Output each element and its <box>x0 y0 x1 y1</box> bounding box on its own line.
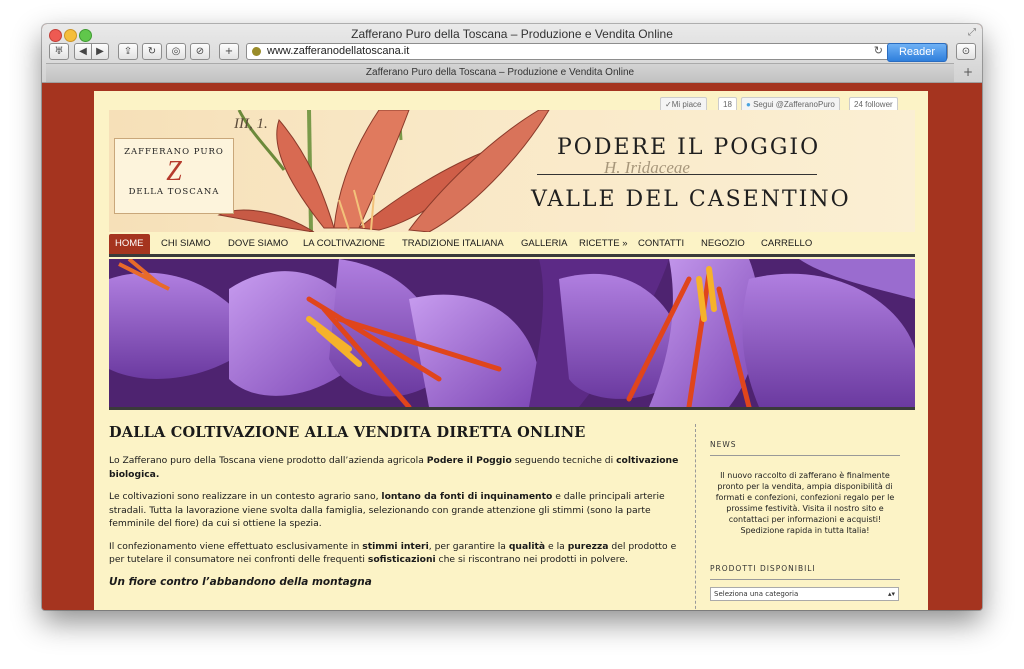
category-select-value: Seleziona una categoria <box>714 590 799 598</box>
nav-item-la-coltivazione[interactable]: LA COLTIVAZIONE <box>303 234 385 254</box>
sidebar: NEWS Il nuovo raccolto di zafferano è fi… <box>710 440 900 601</box>
article-subheading: Un fiore contro l’abbandono della montag… <box>109 575 372 588</box>
twitter-bird-icon: ● <box>746 100 751 109</box>
category-select[interactable]: Seleziona una categoria ▴▾ <box>710 587 899 601</box>
banner-script-text: III, 1. <box>234 116 268 132</box>
title-bar: Zafferano Puro della Toscana – Produzion… <box>42 24 982 83</box>
banner-divider <box>537 174 817 175</box>
saffron-flowers-illustration <box>109 259 915 407</box>
reload-icon[interactable]: ↻ <box>874 44 883 59</box>
banner-title-valle: VALLE DEL CASENTINO <box>531 187 851 212</box>
site-page: ✓Mi piace 18 ● Segui @ZafferanoPuro 24 f… <box>94 91 928 610</box>
logo-z-mark-icon: Z <box>166 156 182 187</box>
article-title: DALLA COLTIVAZIONE ALLA VENDITA DIRETTA … <box>109 424 586 441</box>
bookmarks-button[interactable]: ⊘ <box>190 43 210 60</box>
new-tab-button[interactable]: + <box>958 63 978 81</box>
news-heading: NEWS <box>710 440 900 456</box>
reload-button[interactable]: ↻ <box>142 43 162 60</box>
back-button[interactable]: ◀ <box>74 43 92 60</box>
paragraph-2: Le coltivazioni sono realizzare in un co… <box>109 491 665 529</box>
site-header-banner: III, 1. ZAFFERANO PURO Z DELLA TOSCANA P… <box>109 110 915 232</box>
podere-link: Podere il Poggio <box>426 455 512 466</box>
nav-item-ricette[interactable]: RICETTE » <box>579 234 628 254</box>
browser-window: Zafferano Puro della Toscana – Produzion… <box>42 24 982 610</box>
nav-item-home[interactable]: HOME <box>109 234 150 254</box>
paragraph-1: Lo Zafferano puro della Toscana viene pr… <box>109 455 679 480</box>
main-article: DALLA COLTIVAZIONE ALLA VENDITA DIRETTA … <box>109 424 684 588</box>
window-title: Zafferano Puro della Toscana – Produzion… <box>351 27 673 41</box>
banner-script-subtitle: H. Iridaceae <box>604 158 690 177</box>
hero-saffron-image <box>109 259 915 407</box>
paragraph-3: Il confezionamento viene effettuato escl… <box>109 540 677 566</box>
chevron-down-icon: ▴▾ <box>887 590 895 598</box>
nav-item-chi-siamo[interactable]: CHI SIAMO <box>161 234 211 254</box>
history-button[interactable]: ◎ <box>166 43 186 60</box>
nav-item-contatti[interactable]: CONTATTI <box>638 234 684 254</box>
tab-active[interactable]: Zafferano Puro della Toscana – Produzion… <box>46 63 954 82</box>
nav-item-negozio[interactable]: NEGOZIO <box>701 234 745 254</box>
products-heading: PRODOTTI DISPONIBILI <box>710 564 900 580</box>
forward-button[interactable]: ▶ <box>91 43 109 60</box>
reading-list-button[interactable]: ♅ <box>49 43 69 60</box>
banner-title-podere: PODERE IL POGGIO <box>557 135 821 160</box>
news-text: Il nuovo raccolto di zafferano è finalme… <box>715 471 895 535</box>
follow-label: Segui @ZafferanoPuro <box>753 100 835 109</box>
nav-item-carrello[interactable]: CARRELLO <box>761 234 812 254</box>
web-content: ✓Mi piace 18 ● Segui @ZafferanoPuro 24 f… <box>42 83 982 610</box>
fullscreen-icon[interactable]: ⤢ <box>968 27 976 38</box>
hero-divider <box>109 407 915 410</box>
add-bookmark-button[interactable]: + <box>219 43 239 60</box>
nav-item-galleria[interactable]: GALLERIA <box>521 234 567 254</box>
site-logo[interactable]: ZAFFERANO PURO Z DELLA TOSCANA <box>114 138 234 214</box>
downloads-button[interactable]: ⊙ <box>956 43 976 60</box>
address-bar[interactable]: www.zafferanodellatoscana.it ↻ Reader <box>246 43 948 62</box>
sidebar-divider <box>695 424 696 610</box>
url-text[interactable]: www.zafferanodellatoscana.it <box>267 44 409 59</box>
reader-button[interactable]: Reader <box>887 43 947 62</box>
logo-bottom-text: DELLA TOSCANA <box>128 187 220 197</box>
nav-item-tradizione-italiana[interactable]: TRADIZIONE ITALIANA <box>402 234 504 254</box>
site-favicon-icon <box>252 47 261 56</box>
share-button[interactable]: ⇪ <box>118 43 138 60</box>
nav-item-dove-siamo[interactable]: DOVE SIAMO <box>228 234 288 254</box>
main-navigation: HOME CHI SIAMO DOVE SIAMO LA COLTIVAZION… <box>109 234 915 257</box>
